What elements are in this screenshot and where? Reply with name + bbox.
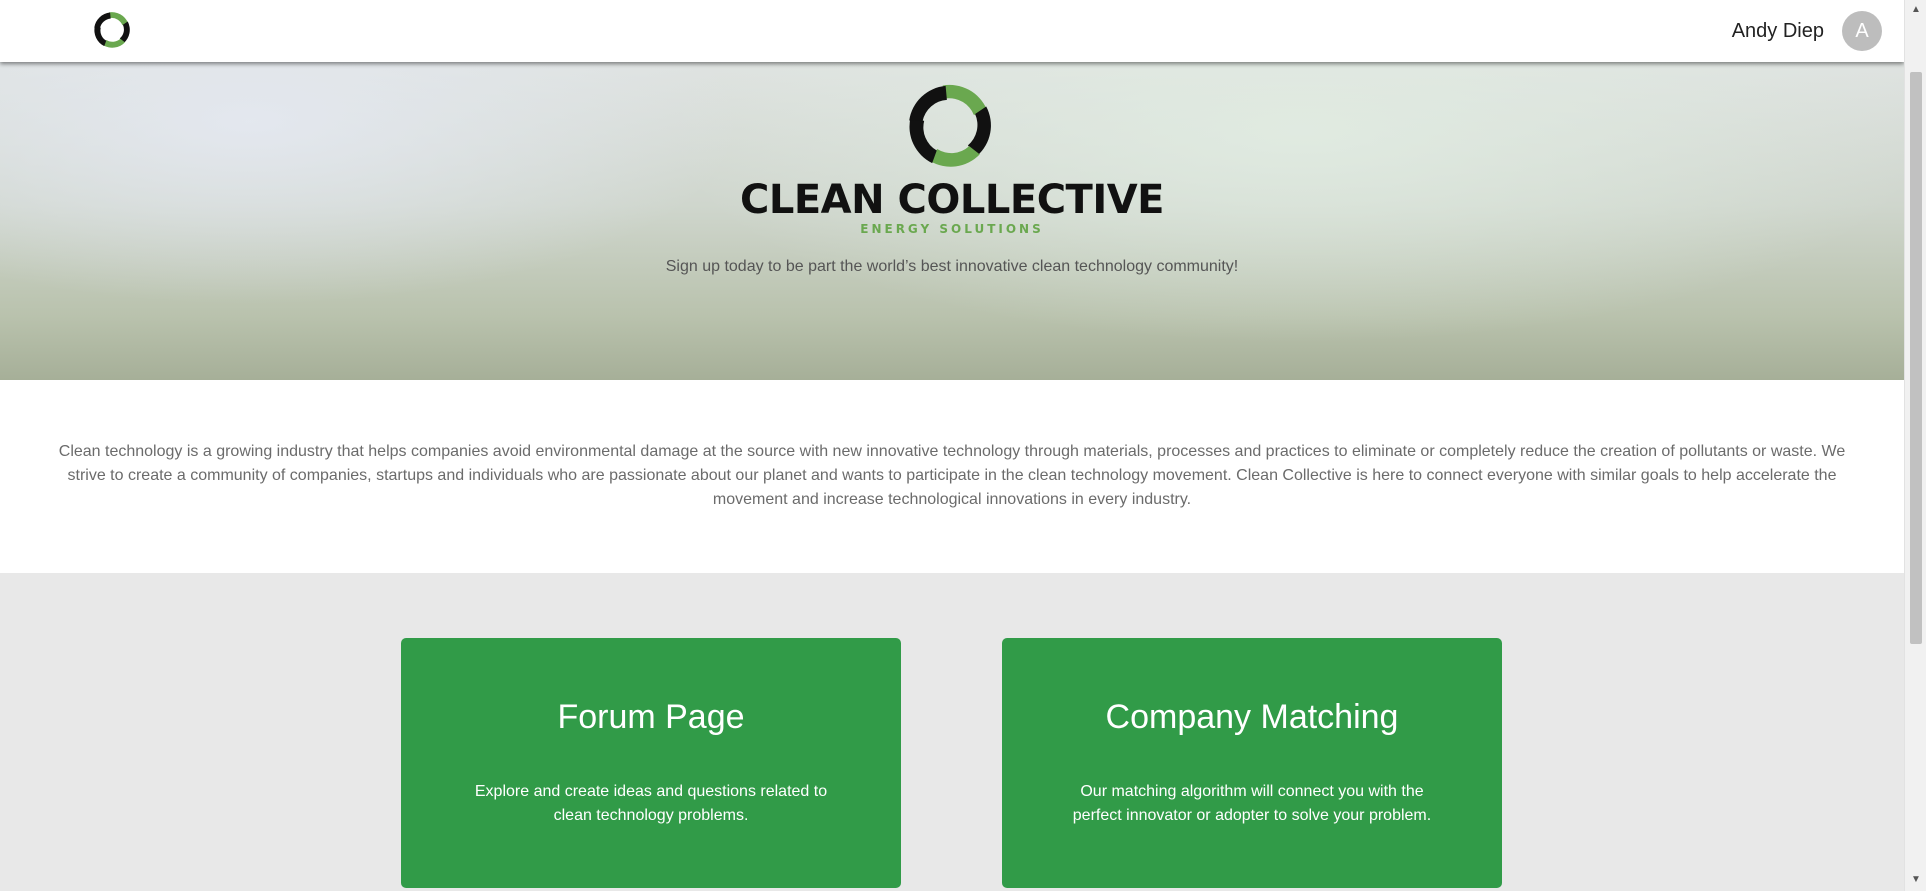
page: Andy Diep A CLEAN COLLECTIVE ENERGY SOLU…	[0, 0, 1904, 891]
scroll-thumb[interactable]	[1910, 72, 1922, 644]
card-title: Forum Page	[557, 698, 745, 736]
user-name: Andy Diep	[1731, 19, 1824, 42]
scroll-down-arrow-icon[interactable]: ▼	[1911, 874, 1921, 885]
brand-subtitle: ENERGY SOLUTIONS	[860, 222, 1044, 236]
home-logo-icon[interactable]	[92, 10, 132, 50]
card-description: Explore and create ideas and questions r…	[474, 783, 828, 824]
hero-banner: CLEAN COLLECTIVE ENERGY SOLUTIONS Sign u…	[0, 62, 1904, 380]
top-navbar: Andy Diep A	[0, 0, 1904, 62]
about-text: Clean technology is a growing industry t…	[58, 443, 1846, 508]
hero-tagline: Sign up today to be part the world’s bes…	[665, 258, 1239, 275]
company-matching-card[interactable]: Company Matching Our matching algorithm …	[1002, 638, 1502, 888]
forum-page-card[interactable]: Forum Page Explore and create ideas and …	[401, 638, 901, 888]
brand-name: CLEAN COLLECTIVE	[740, 177, 1165, 223]
clean-collective-logo-icon	[904, 80, 996, 172]
user-avatar[interactable]: A	[1842, 11, 1882, 51]
about-section: Clean technology is a growing industry t…	[0, 380, 1904, 573]
vertical-scrollbar[interactable]: ▲ ▼	[1904, 0, 1926, 891]
card-title: Company Matching	[1105, 698, 1399, 736]
card-description: Our matching algorithm will connect you …	[1072, 783, 1432, 824]
scroll-up-arrow-icon[interactable]: ▲	[1911, 4, 1921, 15]
user-menu[interactable]: Andy Diep A	[1732, 11, 1882, 51]
